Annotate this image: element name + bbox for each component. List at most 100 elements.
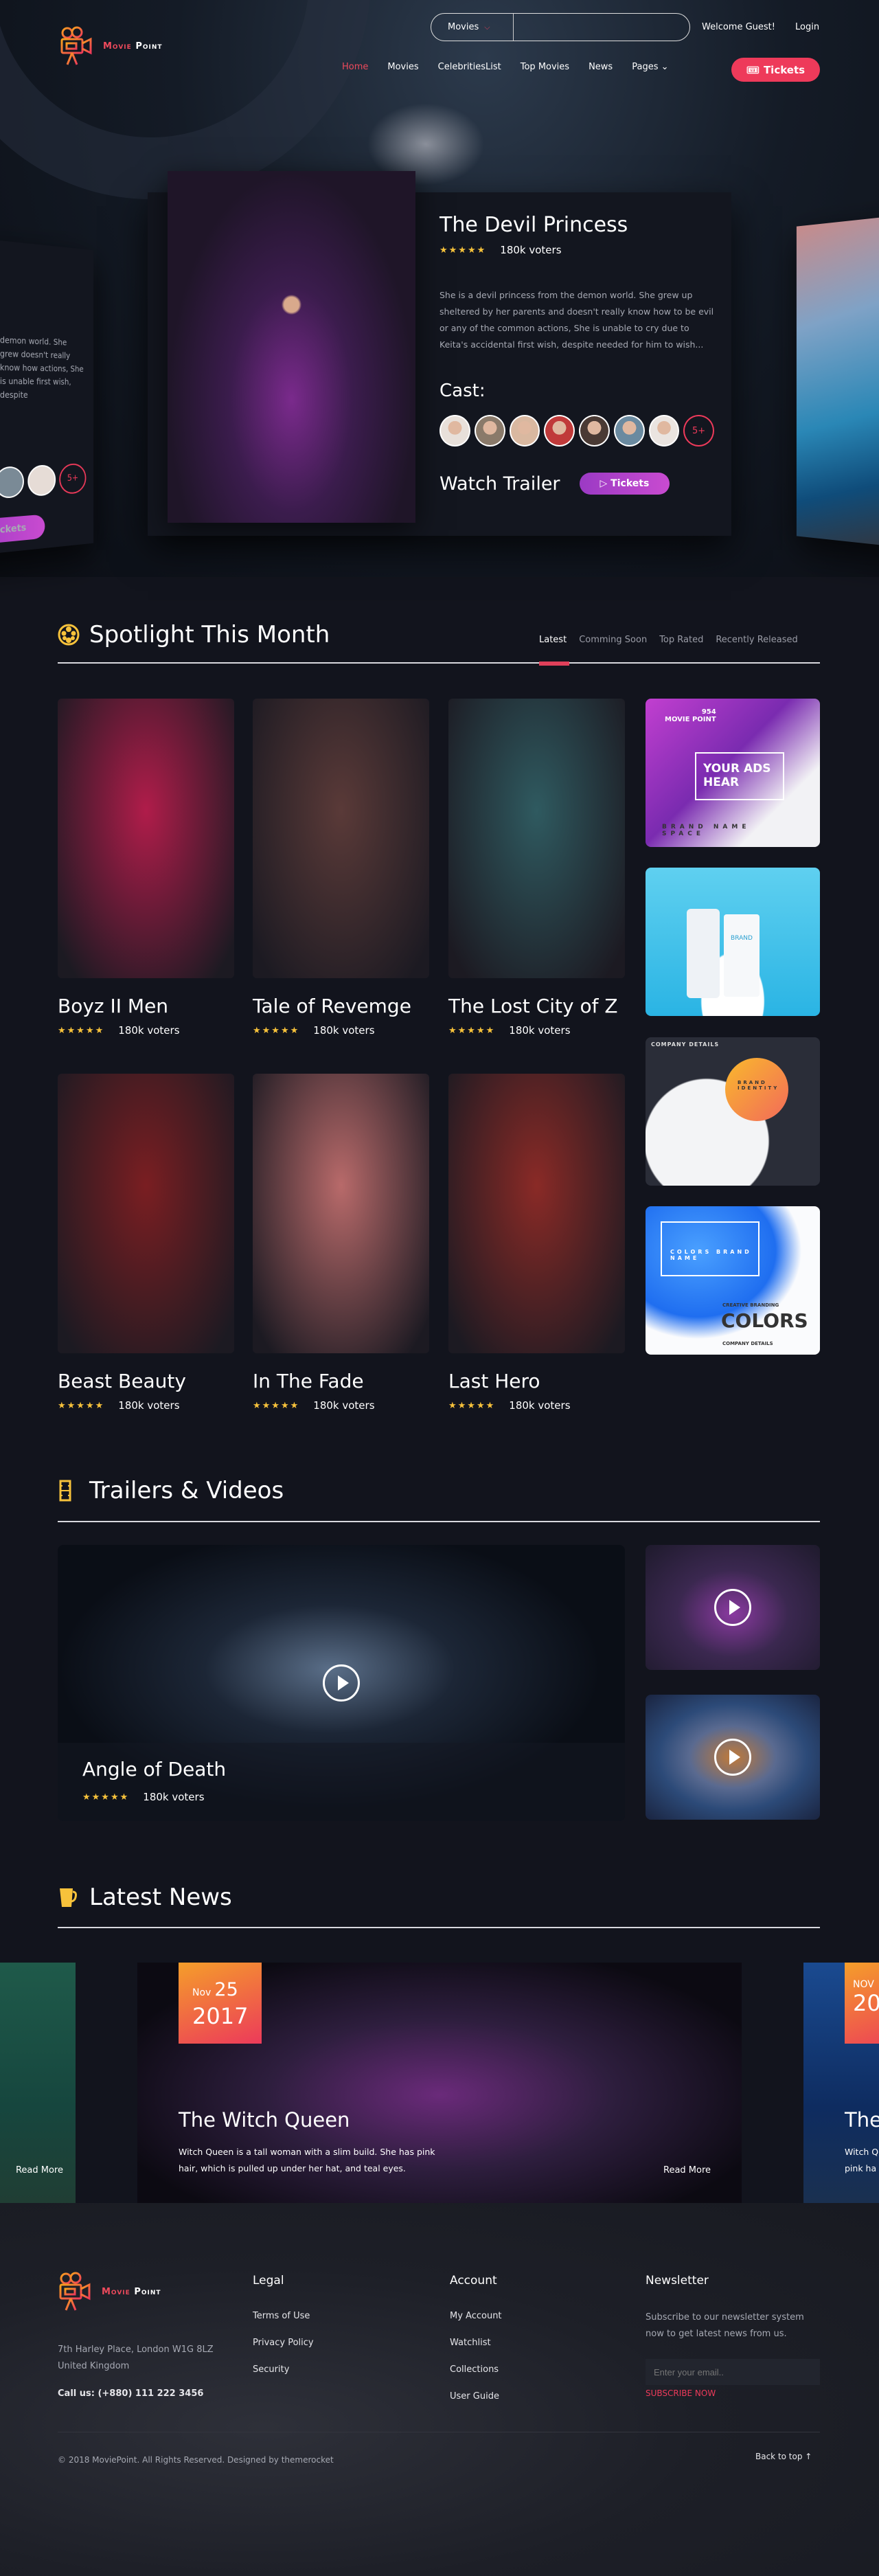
ad-text: COMPANY DETAILS: [722, 1341, 773, 1346]
footer-logo[interactable]: Movie Point: [58, 2272, 161, 2312]
ad-text: COLORS: [721, 1309, 808, 1332]
footer-link[interactable]: Privacy Policy: [253, 2338, 314, 2364]
read-more-link[interactable]: Read More: [16, 2165, 63, 2176]
hero-tickets-button[interactable]: ▷ Tickets: [579, 473, 670, 495]
footer: Movie Point 7th Harley Place, London W1G…: [0, 2203, 879, 2576]
movie-poster[interactable]: [448, 1074, 625, 1353]
movie-poster[interactable]: [253, 699, 429, 978]
watch-trailer-label: Watch Trailer: [440, 473, 560, 495]
featured-movie-poster[interactable]: [168, 171, 415, 523]
news-card-prev[interactable]: Read More: [0, 1963, 76, 2203]
cast-avatar[interactable]: [579, 415, 610, 447]
nav-item[interactable]: Pages ⌄: [632, 62, 668, 72]
movie-title[interactable]: In The Fade: [253, 1370, 429, 1392]
movie-poster[interactable]: [253, 1074, 429, 1353]
movie-card[interactable]: Tale of Revemge ★★★★★ 180k voters: [253, 699, 429, 1037]
play-button[interactable]: [714, 1739, 751, 1776]
divider: [58, 1521, 820, 1522]
movie-title[interactable]: Last Hero: [448, 1370, 625, 1392]
movie-card[interactable]: The Lost City of Z ★★★★★ 180k voters: [448, 699, 625, 1037]
ad-banner-3[interactable]: COMPANY DETAILS BRAND IDENTITY: [646, 1037, 820, 1186]
footer-link[interactable]: Terms of Use: [253, 2311, 314, 2338]
movie-card[interactable]: Last Hero ★★★★★ 180k voters: [448, 1074, 625, 1412]
movie-card[interactable]: In The Fade ★★★★★ 180k voters: [253, 1074, 429, 1412]
cast-avatar[interactable]: [509, 415, 540, 447]
background-decoration: [0, 0, 371, 199]
nav-item[interactable]: CelebritiesList: [438, 62, 501, 72]
tab-recently-released[interactable]: Recently Released: [716, 635, 797, 645]
welcome-text: Welcome Guest!: [702, 22, 775, 32]
movie-title[interactable]: Boyz II Men: [58, 995, 234, 1017]
newsletter-text: Subscribe to our newsletter system now t…: [646, 2312, 804, 2339]
movie-card[interactable]: Beast Beauty ★★★★★ 180k voters: [58, 1074, 234, 1412]
footer-heading-newsletter: Newsletter: [646, 2274, 709, 2287]
nav-item[interactable]: Home: [342, 62, 368, 72]
ad-headline: YOUR ADS HEAR: [695, 752, 784, 800]
cast-more-button[interactable]: 5+: [683, 415, 714, 447]
ad-banner-1[interactable]: 954 MOVIE POINT YOUR ADS HEAR BRAND NAME …: [646, 699, 820, 847]
ad-text: CREATIVE BRANDING: [722, 1302, 779, 1308]
back-to-top-link[interactable]: Back to top ↑: [755, 2452, 812, 2461]
nav-item[interactable]: Top Movies: [521, 62, 569, 72]
footer-link[interactable]: My Account: [450, 2311, 502, 2338]
side-description: demon world. She grew doesn't really kno…: [0, 335, 84, 400]
movie-card[interactable]: Boyz II Men ★★★★★ 180k voters: [58, 699, 234, 1037]
tab-top-rated[interactable]: Top Rated: [659, 635, 703, 645]
footer-link[interactable]: Watchlist: [450, 2338, 502, 2364]
rating-stars: ★★★★★: [448, 1400, 496, 1411]
movie-poster[interactable]: [58, 699, 234, 978]
logo[interactable]: Movie Point: [59, 26, 163, 66]
voters-count: 180k voters: [118, 1024, 180, 1037]
cast-avatar[interactable]: [440, 415, 470, 447]
search-category-select[interactable]: Movies ⌵: [431, 14, 514, 41]
trailer-thumbnail[interactable]: [646, 1545, 820, 1670]
voters-count: 180k voters: [143, 1791, 205, 1803]
cast-avatar[interactable]: [27, 464, 56, 497]
side-cast: 5+: [0, 463, 93, 501]
nav-item[interactable]: News: [589, 62, 613, 72]
movie-title[interactable]: The Lost City of Z: [448, 995, 625, 1017]
footer-link[interactable]: Collections: [450, 2364, 502, 2391]
search-input[interactable]: [514, 14, 689, 41]
footer-link[interactable]: User Guide: [450, 2391, 502, 2418]
footer-link[interactable]: Security: [253, 2364, 314, 2391]
read-more-link[interactable]: Read More: [663, 2165, 711, 2176]
carousel-card-prev[interactable]: demon world. She grew doesn't really kno…: [0, 229, 94, 565]
voters-count: 180k voters: [509, 1024, 571, 1037]
trailer-thumbnail[interactable]: [646, 1695, 820, 1820]
rating-stars: ★★★★★: [253, 1025, 300, 1036]
play-button[interactable]: [714, 1589, 751, 1626]
movie-title[interactable]: Tale of Revemge: [253, 995, 429, 1017]
tab-comming-soon[interactable]: Comming Soon: [579, 635, 647, 645]
ad-banner-4[interactable]: COLORS BRAND NAME CREATIVE BRANDING COLO…: [646, 1206, 820, 1355]
news-card[interactable]: Nov 25 2017 The Witch Queen Witch Queen …: [137, 1963, 742, 2203]
news-card-next[interactable]: NOV 20 The Witch Qpink ha: [803, 1963, 879, 2203]
main-nav: Home Movies CelebritiesList Top Movies News P…: [342, 62, 669, 72]
cast-avatar[interactable]: [544, 415, 575, 447]
nav-item[interactable]: Movies: [387, 62, 418, 72]
subscribe-button[interactable]: SUBSCRIBE NOW: [646, 2388, 716, 2398]
tickets-button[interactable]: 🎟 Tickets: [731, 58, 820, 82]
main-trailer-video[interactable]: Angle of Death ★★★★★ 180k voters: [58, 1545, 625, 1821]
chevron-down-icon: ⌵: [484, 22, 490, 32]
carousel-card-next[interactable]: [796, 212, 879, 550]
tab-latest[interactable]: Latest: [539, 635, 567, 645]
ad-text: COMPANY DETAILS: [651, 1041, 720, 1048]
cast-avatar[interactable]: [613, 415, 645, 447]
ad-banner-2[interactable]: BRAND: [646, 868, 820, 1016]
newsletter-email-input[interactable]: [646, 2359, 820, 2385]
cast-avatar[interactable]: [0, 466, 24, 499]
movie-poster[interactable]: [58, 1074, 234, 1353]
cast-avatar[interactable]: [474, 415, 505, 447]
side-tickets-button[interactable]: ▷ Tickets: [0, 514, 45, 547]
movie-rating: ★★★★★ 180k voters: [253, 1024, 429, 1037]
cast-more[interactable]: 5+: [59, 463, 87, 495]
cast-avatar[interactable]: [648, 415, 680, 447]
play-button[interactable]: [323, 1664, 360, 1702]
login-link[interactable]: Login: [795, 22, 819, 32]
rating-stars: ★★★★★: [440, 245, 487, 256]
movie-poster[interactable]: [448, 699, 625, 978]
rating-stars: ★★★★★: [253, 1400, 300, 1411]
movie-title[interactable]: Beast Beauty: [58, 1370, 234, 1392]
movie-rating: ★★★★★ 180k voters: [253, 1399, 429, 1412]
